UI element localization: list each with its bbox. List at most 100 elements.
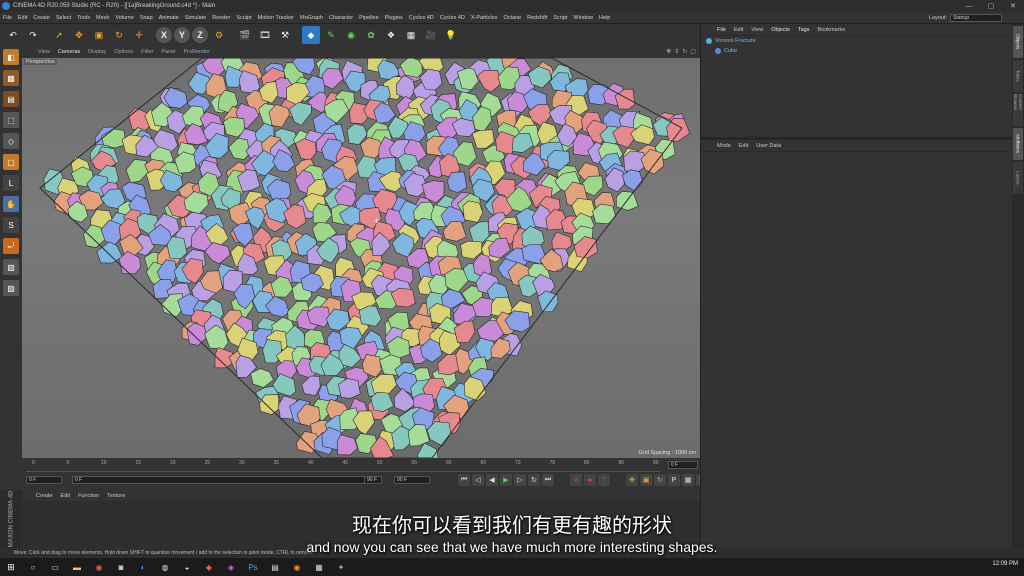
viewport-menu-filter[interactable]: Filter bbox=[137, 49, 157, 55]
fracture-piece[interactable] bbox=[370, 391, 395, 413]
menu-redshift[interactable]: Redshift bbox=[524, 15, 550, 21]
object-row-voronoi-fracture[interactable]: Voronoi Fracture bbox=[701, 36, 1012, 46]
z-axis-lock-icon[interactable]: Z bbox=[192, 27, 208, 43]
layout-dropdown[interactable]: Startup bbox=[950, 14, 1002, 22]
next-key-icon[interactable]: ↻ bbox=[528, 474, 540, 486]
menu-script[interactable]: Script bbox=[550, 15, 570, 21]
fracture-piece[interactable] bbox=[621, 169, 644, 192]
redo-icon[interactable]: ↷ bbox=[24, 26, 42, 44]
move-tool-icon[interactable]: ✥ bbox=[70, 26, 88, 44]
menu-mesh[interactable]: Mesh bbox=[93, 15, 112, 21]
fracture-piece[interactable] bbox=[250, 368, 274, 388]
menu-snap[interactable]: Snap bbox=[137, 15, 156, 21]
tab-takes[interactable]: Takes bbox=[1013, 60, 1023, 92]
preview-range-slider[interactable]: 0 F bbox=[72, 476, 382, 484]
fracture-piece[interactable] bbox=[228, 137, 250, 160]
x-axis-lock-icon[interactable]: X bbox=[156, 27, 172, 43]
objects-menu-tags[interactable]: Tags bbox=[794, 27, 814, 33]
close-button[interactable]: ✕ bbox=[1002, 0, 1024, 12]
menu-tools[interactable]: Tools bbox=[74, 15, 93, 21]
menu-x-particles[interactable]: X-Particles bbox=[468, 15, 501, 21]
keyframe-selection-icon[interactable]: ? bbox=[598, 474, 610, 486]
fracture-piece[interactable] bbox=[462, 200, 484, 223]
rotate-view-icon[interactable]: ↻ bbox=[682, 48, 687, 55]
chrome-icon[interactable]: ◉ bbox=[91, 560, 107, 574]
key-pla-icon[interactable]: ▦ bbox=[682, 474, 694, 486]
fracture-piece[interactable] bbox=[511, 133, 534, 153]
toggle-view-icon[interactable]: ▢ bbox=[690, 48, 696, 55]
snapping-icon[interactable]: S bbox=[3, 217, 19, 233]
current-frame-field[interactable]: 0 F bbox=[668, 461, 698, 469]
task-view-icon[interactable]: ▭ bbox=[47, 560, 63, 574]
app-icon[interactable]: ✦ bbox=[333, 560, 349, 574]
objects-menu-bookmarks[interactable]: Bookmarks bbox=[813, 27, 849, 33]
app-icon[interactable]: ◒ bbox=[179, 560, 195, 574]
light-object-icon[interactable]: 💡 bbox=[442, 26, 460, 44]
voronoi-fracture-mesh[interactable]: + bbox=[22, 58, 700, 458]
objects-menu-file[interactable]: File bbox=[713, 27, 730, 33]
attributes-menu-edit[interactable]: Edit bbox=[735, 143, 752, 149]
viewport-menu-display[interactable]: Display bbox=[84, 49, 110, 55]
menu-mograph[interactable]: MoGraph bbox=[297, 15, 326, 21]
viewport-menu-prorender[interactable]: ProRender bbox=[179, 49, 214, 55]
fracture-piece[interactable] bbox=[321, 68, 344, 90]
menu-sculpt[interactable]: Sculpt bbox=[233, 15, 254, 21]
enable-axis-icon[interactable]: L bbox=[3, 175, 19, 191]
polygons-mode-icon[interactable]: ▢ bbox=[3, 154, 19, 170]
menu-motion-tracker[interactable]: Motion Tracker bbox=[255, 15, 297, 21]
render-settings-icon[interactable]: ⚒ bbox=[276, 26, 294, 44]
tweak-mode-icon[interactable]: ✋ bbox=[3, 196, 19, 212]
go-to-end-icon[interactable]: ⏭ bbox=[542, 474, 554, 486]
edges-mode-icon[interactable]: ◇ bbox=[3, 133, 19, 149]
menu-octane[interactable]: Octane bbox=[500, 15, 524, 21]
camera-object-icon[interactable]: 🎥 bbox=[422, 26, 440, 44]
subdivision-surface-icon[interactable]: ◉ bbox=[342, 26, 360, 44]
move-view-icon[interactable]: ✥ bbox=[666, 48, 671, 55]
end-frame-field[interactable]: 90 F bbox=[394, 476, 430, 484]
next-frame-icon[interactable]: ▷ bbox=[514, 474, 526, 486]
fracture-piece[interactable] bbox=[166, 236, 188, 260]
menu-window[interactable]: Window bbox=[570, 15, 596, 21]
preview-end-field[interactable]: 90 F bbox=[364, 476, 382, 484]
menu-pipeline[interactable]: Pipeline bbox=[356, 15, 382, 21]
menu-edit[interactable]: Edit bbox=[15, 15, 30, 21]
scale-tool-icon[interactable]: ▣ bbox=[90, 26, 108, 44]
array-generator-icon[interactable]: ✿ bbox=[362, 26, 380, 44]
zoom-view-icon[interactable]: ⇕ bbox=[674, 48, 679, 55]
record-keys-icon[interactable]: ⊘ bbox=[570, 474, 582, 486]
fracture-piece[interactable] bbox=[437, 353, 460, 376]
cube-object-icon[interactable]: ◆ bbox=[302, 26, 320, 44]
app-icon[interactable]: ▤ bbox=[267, 560, 283, 574]
minimize-button[interactable]: — bbox=[958, 0, 980, 12]
menu-animate[interactable]: Animate bbox=[156, 15, 182, 21]
material-menu-edit[interactable]: Edit bbox=[57, 493, 74, 499]
fracture-piece[interactable] bbox=[490, 337, 511, 359]
menu-help[interactable]: Help bbox=[596, 15, 613, 21]
menu-file[interactable]: File bbox=[0, 15, 15, 21]
menu-render[interactable]: Render bbox=[209, 15, 233, 21]
coordinate-system-icon[interactable]: ⚙ bbox=[210, 26, 228, 44]
objects-menu-view[interactable]: View bbox=[747, 27, 767, 33]
fracture-piece[interactable] bbox=[336, 434, 358, 456]
menu-create[interactable]: Create bbox=[30, 15, 53, 21]
live-selection-icon[interactable]: ➚ bbox=[50, 26, 68, 44]
key-scale-icon[interactable]: ▣ bbox=[640, 474, 652, 486]
previous-frame-icon[interactable]: ◀ bbox=[486, 474, 498, 486]
grid-icon[interactable]: ▨ bbox=[3, 280, 19, 296]
3d-viewport[interactable]: + Perspective ↗ Grid Spacing : 1000 cm bbox=[22, 58, 700, 458]
fracture-piece[interactable] bbox=[118, 251, 141, 275]
object-row-cube[interactable]: Cube bbox=[701, 46, 1012, 56]
key-rotation-icon[interactable]: ↻ bbox=[654, 474, 666, 486]
points-mode-icon[interactable]: ⬚ bbox=[3, 112, 19, 128]
tab-layers[interactable]: Layers bbox=[1013, 162, 1023, 194]
deformer-icon[interactable]: ❖ bbox=[382, 26, 400, 44]
app-icon[interactable]: ◈ bbox=[223, 560, 239, 574]
tab-objects[interactable]: Objects bbox=[1013, 26, 1023, 58]
menu-cycles4d-2[interactable]: Cycles 4D bbox=[437, 15, 468, 21]
key-parameter-icon[interactable]: P bbox=[668, 474, 680, 486]
app-icon[interactable]: ◙ bbox=[113, 560, 129, 574]
recent-tools-icon[interactable]: ✛ bbox=[130, 26, 148, 44]
menu-plugins[interactable]: Plugins bbox=[382, 15, 406, 21]
planar-workplane-icon[interactable]: ▧ bbox=[3, 259, 19, 275]
objects-menu-objects[interactable]: Objects bbox=[767, 27, 794, 33]
